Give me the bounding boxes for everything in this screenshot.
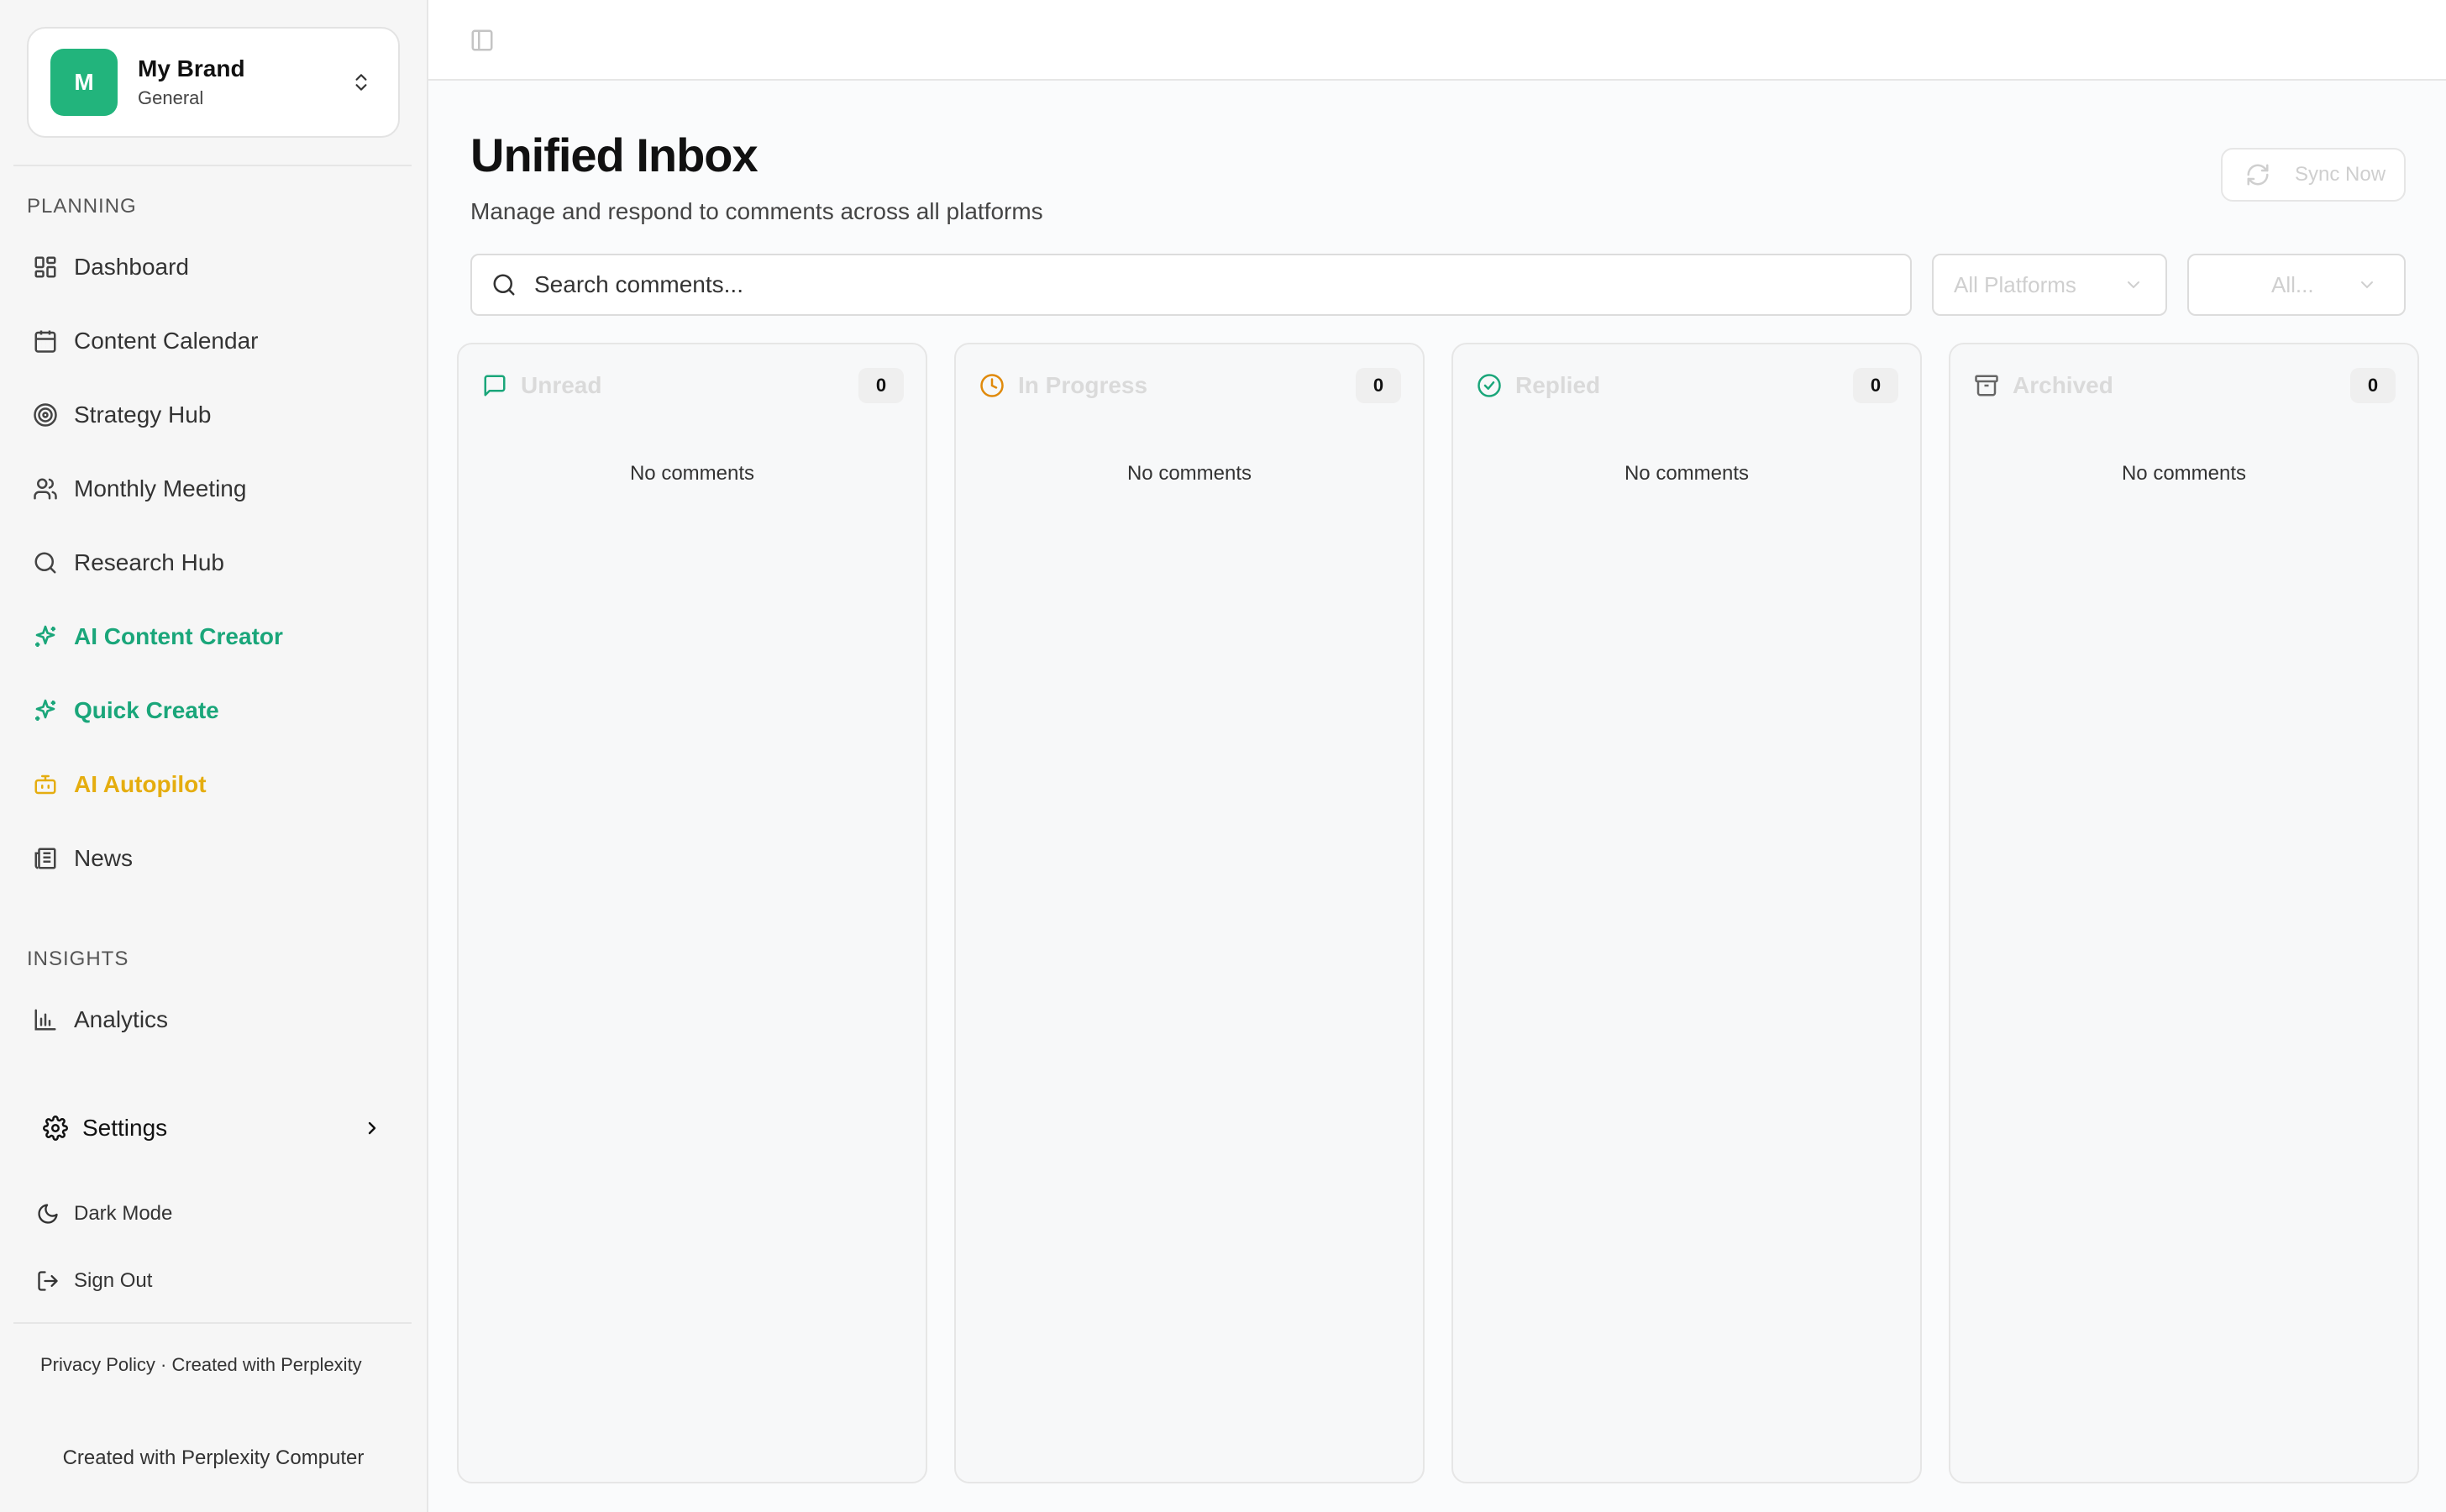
log-out-icon <box>34 1267 62 1295</box>
sparkles-icon <box>30 696 60 726</box>
column-count-badge: 0 <box>858 368 904 403</box>
sidebar-item-monthly-meeting[interactable]: Monthly Meeting <box>27 460 402 517</box>
chevron-down-icon <box>2355 273 2379 297</box>
top-bar <box>428 0 2446 81</box>
column-empty-text: No comments <box>1126 462 1252 485</box>
sidebar-item-news[interactable]: News <box>27 830 402 887</box>
divider <box>13 165 412 166</box>
section-label-insights: INSIGHTS <box>27 948 129 970</box>
column-empty-text: No comments <box>1624 462 1750 485</box>
sidebar: M My Brand General PLANNING Dashboard Co… <box>0 0 428 1512</box>
moon-icon <box>34 1200 62 1228</box>
clock-icon <box>978 371 1006 400</box>
section-label-planning: PLANNING <box>27 195 137 218</box>
archive-icon <box>1972 371 2001 400</box>
target-icon <box>30 400 60 430</box>
sidebar-item-label: AI Content Creator <box>74 623 283 649</box>
sidebar-item-research-hub[interactable]: Research Hub <box>27 534 402 591</box>
message-square-icon <box>480 371 509 400</box>
brand-name: My Brand <box>138 55 245 81</box>
settings-item[interactable]: Settings <box>40 1100 385 1156</box>
sidebar-item-content-calendar[interactable]: Content Calendar <box>27 312 402 370</box>
column-empty-text: No comments <box>629 462 755 485</box>
column-empty-text: No comments <box>2121 462 2247 485</box>
gear-icon <box>40 1113 71 1143</box>
settings-label: Settings <box>82 1115 168 1141</box>
calendar-icon <box>30 326 60 356</box>
users-icon <box>30 474 60 504</box>
sidebar-item-dashboard[interactable]: Dashboard <box>27 239 402 296</box>
divider <box>13 1322 412 1324</box>
sidebar-item-strategy-hub[interactable]: Strategy Hub <box>27 386 402 444</box>
column-count-badge: 0 <box>1853 368 1898 403</box>
sync-now-label: Sync Now <box>2295 163 2386 186</box>
column-title: Archived <box>2013 372 2113 398</box>
column-archived: Archived 0 No comments <box>1949 343 2419 1483</box>
column-count-badge: 0 <box>1356 368 1401 403</box>
search-input[interactable] <box>534 271 1878 298</box>
column-replied: Replied 0 No comments <box>1451 343 1922 1483</box>
sidebar-item-quick-create[interactable]: Quick Create <box>27 682 402 739</box>
sidebar-item-ai-content-creator[interactable]: AI Content Creator <box>27 608 402 665</box>
sidebar-item-label: Dashboard <box>74 254 189 280</box>
sidebar-item-label: Monthly Meeting <box>74 475 247 501</box>
column-title: In Progress <box>1018 372 1148 398</box>
sidebar-item-label: News <box>74 845 134 871</box>
chevron-right-icon <box>360 1116 385 1141</box>
brand-switcher[interactable]: M My Brand General <box>27 27 400 138</box>
column-title: Unread <box>521 372 602 398</box>
sidebar-item-label: Strategy Hub <box>74 402 212 428</box>
sidebar-item-label: Quick Create <box>74 697 219 723</box>
chevron-down-icon <box>2122 273 2145 297</box>
platform-filter-select[interactable]: All Platforms <box>1932 254 2167 316</box>
dark-mode-toggle[interactable]: Dark Mode <box>34 1190 172 1237</box>
platform-filter-value: All Platforms <box>1954 271 2076 297</box>
page-subtitle: Manage and respond to comments across al… <box>470 198 1043 224</box>
dark-mode-label: Dark Mode <box>74 1202 173 1225</box>
footer-links[interactable]: Privacy Policy · Created with Perplexity <box>40 1354 362 1376</box>
column-count-badge: 0 <box>2350 368 2396 403</box>
chevrons-up-down-icon[interactable] <box>346 67 376 97</box>
brand-avatar: M <box>50 49 118 116</box>
sidebar-item-label: Analytics <box>74 1006 169 1032</box>
sign-out-button[interactable]: Sign Out <box>34 1257 152 1305</box>
status-filter-value: All... <box>2271 271 2314 297</box>
sidebar-item-label: Content Calendar <box>74 328 259 354</box>
page-title: Unified Inbox <box>470 129 758 181</box>
bot-icon <box>30 769 60 800</box>
status-filter-select[interactable]: All... <box>2187 254 2406 316</box>
dashboard-icon <box>30 252 60 282</box>
panel-left-icon[interactable] <box>467 25 497 55</box>
refresh-icon <box>2244 161 2271 188</box>
newspaper-icon <box>30 843 60 874</box>
search-box <box>470 254 1912 316</box>
sparkles-icon <box>30 622 60 652</box>
sync-now-button[interactable]: Sync Now <box>2221 148 2406 202</box>
footer-created: Created with Perplexity Computer <box>62 1446 365 1469</box>
bar-chart-icon <box>30 1005 60 1035</box>
check-circle-icon <box>1475 371 1504 400</box>
sidebar-item-ai-autopilot[interactable]: AI Autopilot <box>27 756 402 813</box>
sidebar-item-label: Research Hub <box>74 549 224 575</box>
search-icon <box>489 270 519 300</box>
brand-workspace: General <box>138 87 204 108</box>
search-icon <box>30 548 60 578</box>
column-title: Replied <box>1515 372 1601 398</box>
sidebar-item-analytics[interactable]: Analytics <box>27 991 402 1048</box>
sign-out-label: Sign Out <box>74 1269 153 1292</box>
sidebar-item-label: AI Autopilot <box>74 771 207 797</box>
column-unread: Unread 0 No comments <box>457 343 927 1483</box>
column-in-progress: In Progress 0 No comments <box>954 343 1425 1483</box>
main-content: Unified Inbox Manage and respond to comm… <box>428 0 2446 1512</box>
